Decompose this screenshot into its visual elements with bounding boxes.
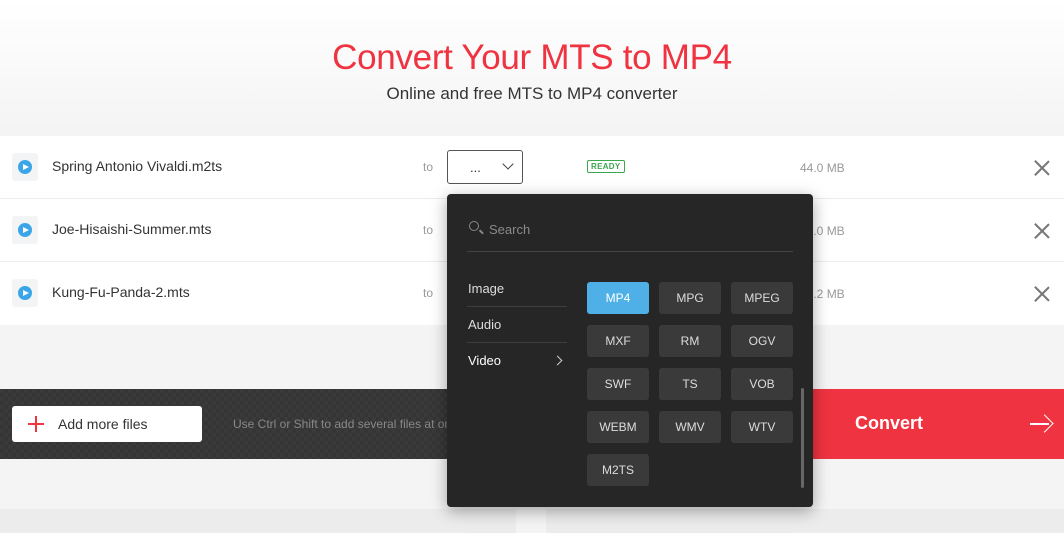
status-badge: READY bbox=[587, 160, 625, 173]
arrow-right-icon bbox=[1030, 415, 1050, 433]
format-option-swf[interactable]: SWF bbox=[587, 368, 649, 400]
format-option-vob[interactable]: VOB bbox=[731, 368, 793, 400]
page-title: Convert Your MTS to MP4 bbox=[332, 38, 732, 77]
format-option-m2ts[interactable]: M2TS bbox=[587, 454, 649, 486]
format-grid: MP4 MPG MPEG MXF RM OGV SWF TS VOB WEBM … bbox=[587, 282, 797, 486]
search-icon bbox=[469, 221, 479, 231]
category-label: Audio bbox=[468, 317, 502, 332]
format-option-rm[interactable]: RM bbox=[659, 325, 721, 357]
add-more-files-button[interactable]: Add more files bbox=[12, 406, 202, 442]
file-name: Spring Antonio Vivaldi.m2ts bbox=[52, 158, 223, 174]
category-audio[interactable]: Audio bbox=[467, 307, 567, 343]
format-option-ogv[interactable]: OGV bbox=[731, 325, 793, 357]
category-list: Image Audio Video bbox=[467, 271, 567, 379]
plus-icon bbox=[28, 416, 44, 432]
to-label: to bbox=[423, 223, 434, 237]
category-label: Image bbox=[468, 281, 505, 296]
format-option-mp4[interactable]: MP4 bbox=[587, 282, 649, 314]
file-name: Joe-Hisaishi-Summer.mts bbox=[52, 221, 212, 237]
to-label: to bbox=[423, 160, 434, 174]
category-label: Video bbox=[468, 353, 502, 368]
format-option-wtv[interactable]: WTV bbox=[731, 411, 793, 443]
file-row: Spring Antonio Vivaldi.m2ts to ... READY… bbox=[0, 136, 1064, 199]
preview-button[interactable] bbox=[12, 153, 38, 181]
format-select-value: ... bbox=[470, 160, 481, 175]
play-icon bbox=[18, 223, 32, 237]
format-option-ts[interactable]: TS bbox=[659, 368, 721, 400]
format-option-mpg[interactable]: MPG bbox=[659, 282, 721, 314]
lower-card bbox=[0, 509, 516, 533]
close-icon[interactable] bbox=[1034, 160, 1050, 176]
dropdown-scrollbar[interactable] bbox=[801, 388, 804, 488]
category-image[interactable]: Image bbox=[467, 271, 567, 307]
format-dropdown: Image Audio Video MP4 MPG MPEG MXF RM OG… bbox=[447, 194, 813, 507]
search-input[interactable] bbox=[489, 216, 779, 242]
convert-label: Convert bbox=[855, 413, 924, 433]
format-option-wmv[interactable]: WMV bbox=[659, 411, 721, 443]
preview-button[interactable] bbox=[12, 279, 38, 307]
format-select[interactable]: ... bbox=[447, 150, 523, 184]
to-label: to bbox=[423, 286, 434, 300]
convert-button[interactable]: Convert bbox=[810, 389, 1064, 459]
play-icon bbox=[18, 160, 32, 174]
close-icon[interactable] bbox=[1034, 286, 1050, 302]
multi-select-hint: Use Ctrl or Shift to add several files a… bbox=[233, 417, 464, 431]
hero-section: Convert Your MTS to MP4 Online and free … bbox=[0, 0, 1064, 136]
format-option-mxf[interactable]: MXF bbox=[587, 325, 649, 357]
preview-button[interactable] bbox=[12, 216, 38, 244]
add-more-files-label: Add more files bbox=[58, 416, 148, 432]
chevron-down-icon bbox=[502, 158, 514, 170]
file-size: 44.0 MB bbox=[800, 161, 845, 175]
lower-card bbox=[546, 509, 1064, 533]
file-name: Kung-Fu-Panda-2.mts bbox=[52, 284, 190, 300]
category-video[interactable]: Video bbox=[467, 343, 567, 379]
format-search bbox=[467, 212, 793, 252]
play-icon bbox=[18, 286, 32, 300]
close-icon[interactable] bbox=[1034, 223, 1050, 239]
format-option-mpeg[interactable]: MPEG bbox=[731, 282, 793, 314]
page-subtitle: Online and free MTS to MP4 converter bbox=[386, 84, 678, 103]
chevron-right-icon bbox=[552, 355, 563, 366]
format-option-webm[interactable]: WEBM bbox=[587, 411, 649, 443]
